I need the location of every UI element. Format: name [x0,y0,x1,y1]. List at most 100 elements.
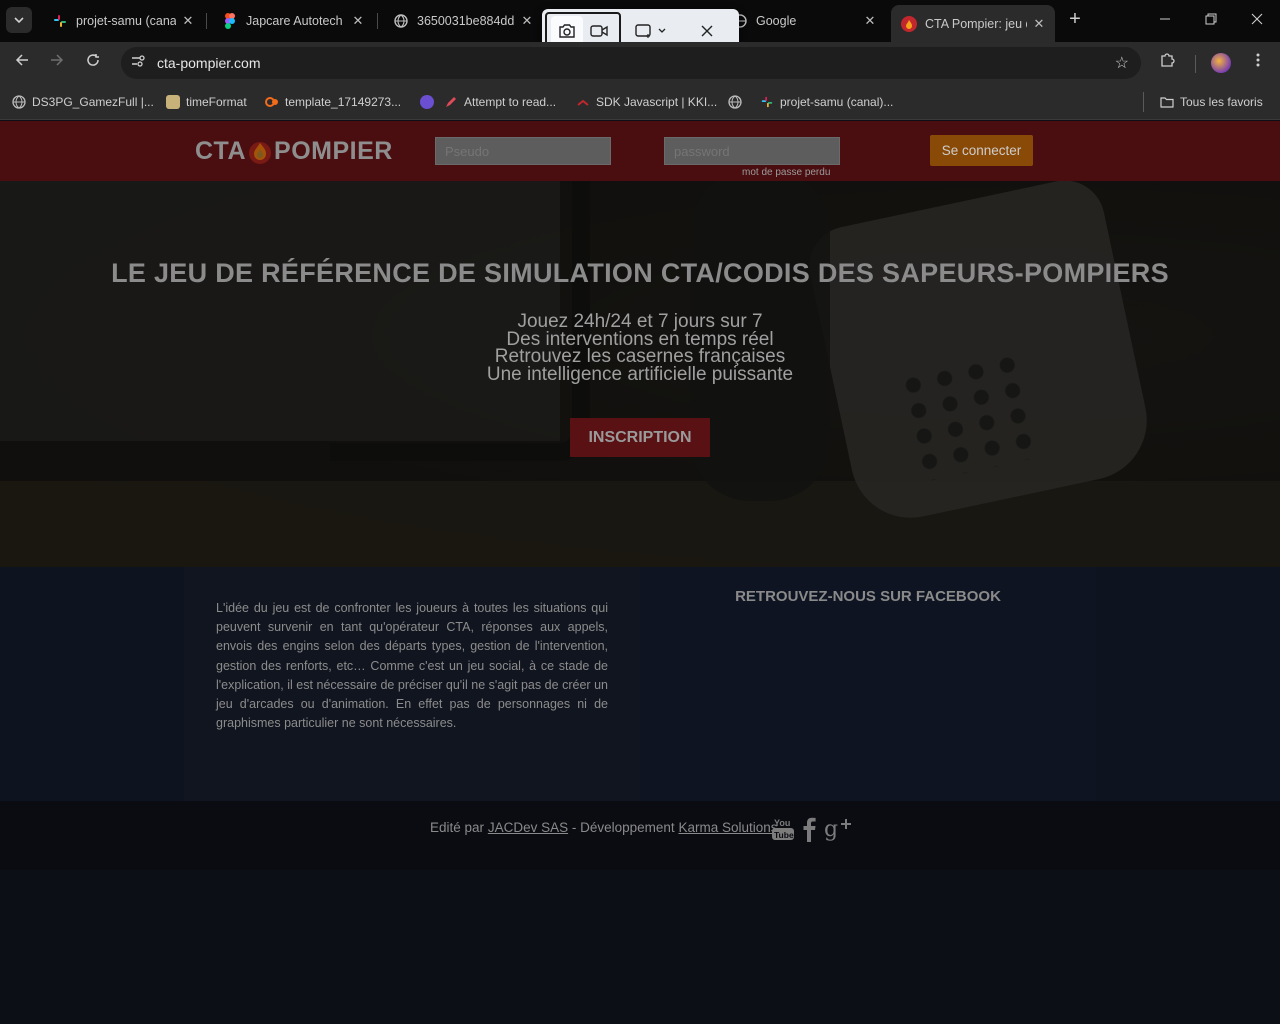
tab-cta-pompier[interactable]: CTA Pompier: jeu d ✕ [891,5,1055,42]
video-camera-icon [590,25,608,37]
pseudo-input[interactable] [435,137,611,165]
publisher-link[interactable]: JACDev SAS [488,820,568,835]
hero-title: LE JEU DE RÉFÉRENCE DE SIMULATION CTA/CO… [111,258,1169,288]
reload-button[interactable] [80,51,106,75]
flame-icon [249,141,272,164]
slack-icon [52,13,68,29]
bookmark-item[interactable]: template_17149273... [265,92,401,112]
tab-title: 3650031be884dd8 [417,13,515,28]
bookmark-item[interactable]: projet-samu (canal)... [760,92,893,112]
bookmark-star-icon[interactable]: ☆ [1115,53,1129,73]
close-icon[interactable]: ✕ [862,13,878,29]
hero-banner: LE JEU DE RÉFÉRENCE DE SIMULATION CTA/CO… [0,181,1280,567]
menu-button[interactable] [1245,51,1271,75]
bookmark-label: Attempt to read... [464,95,557,109]
svg-text:You: You [774,818,790,828]
cta-icon [901,15,917,32]
arrow-left-icon [15,54,28,66]
tab-title: Japcare Autotech - [246,13,346,28]
close-icon[interactable]: ✕ [519,13,535,29]
bookmark-item[interactable]: SDK Javascript | KKI... [576,92,717,112]
hero-feature-line: Jouez 24h/24 et 7 jours sur 7 [517,311,763,332]
bookmark-item[interactable]: timeFormat [166,92,247,112]
restore-button[interactable] [1196,8,1226,32]
logo-text-pompier: POMPIER [274,137,393,165]
youtube-icon[interactable]: You Tube [772,816,794,847]
tab-hash[interactable]: 3650031be884dd8 ✕ [383,5,543,36]
profile-avatar[interactable] [1211,53,1231,73]
arrow-right-icon [51,54,64,66]
bookmark-item[interactable]: DS3PG_GamezFull |... [12,92,154,112]
bookmark-label: timeFormat [186,95,247,109]
web-page: CTA POMPIER mot de passe perdu Se connec… [0,121,1280,1024]
address-bar[interactable]: cta-pompier.com ☆ [121,47,1141,79]
kebab-menu-icon [1256,53,1260,67]
document-icon [166,95,180,109]
bookmark-label: Tous les favoris [1180,95,1263,109]
all-bookmarks-folder[interactable]: Tous les favoris [1160,92,1263,112]
minimize-icon [1160,18,1170,20]
bookmark-label: template_17149273... [285,95,402,109]
site-header: CTA POMPIER mot de passe perdu Se connec… [0,121,1280,181]
bookmark-label: SDK Javascript | KKI... [596,95,718,109]
bookmarks-separator [1143,92,1144,112]
tab-separator [206,13,207,29]
tab-separator [377,13,378,29]
tab-title: CTA Pompier: jeu d [925,16,1027,31]
hero-feature-list: Jouez 24h/24 et 7 jours sur 7 Des interv… [0,311,1280,383]
footer-dev-label: - Développement [571,820,675,835]
google-plus-icon[interactable]: g [824,816,852,849]
minimize-button[interactable] [1150,8,1180,32]
capture-close-button[interactable] [695,19,719,43]
footer-credits: Edité par JACDev SAS - Développement Kar… [430,820,778,835]
rectangle-snip-icon [635,24,651,38]
browser-toolbar: cta-pompier.com ☆ [0,42,1280,84]
inscription-button[interactable]: INSCRIPTION [570,418,710,457]
login-button[interactable]: Se connecter [930,135,1033,166]
new-tab-button[interactable]: + [1064,9,1086,31]
close-window-button[interactable] [1242,8,1272,32]
tab-google[interactable]: Google ✕ [722,5,886,36]
facebook-column: RETROUVEZ-NOUS SUR FACEBOOK [640,567,1096,801]
forgot-password-link[interactable]: mot de passe perdu [742,167,830,178]
close-icon[interactable]: ✕ [1031,16,1047,32]
puzzle-icon [1161,53,1175,67]
hero-feature-line: Retrouvez les casernes françaises [494,346,786,367]
close-icon[interactable]: ✕ [350,13,366,29]
tab-projet-samu[interactable]: projet-samu (canal) ✕ [42,5,204,36]
bookmark-item[interactable] [728,92,748,112]
facebook-icon[interactable] [802,816,816,847]
password-input[interactable] [664,137,840,165]
globe-icon [393,13,409,29]
url-text: cta-pompier.com [157,55,261,71]
site-logo[interactable]: CTA POMPIER [195,137,393,166]
about-text: L'idée du jeu est de confronter les joue… [216,601,608,731]
restore-icon [1205,13,1217,25]
bookmarks-bar: DS3PG_GamezFull |... timeFormat template… [0,84,1280,120]
content-section: L'idée du jeu est de confronter les joue… [0,567,1280,801]
kki-icon [577,99,589,106]
site-footer: Edité par JACDev SAS - Développement Kar… [0,801,1280,870]
bookmark-item[interactable] [420,92,440,112]
tab-japcare[interactable]: Japcare Autotech - ✕ [212,5,374,36]
bookmark-item[interactable]: Attempt to read... [444,92,556,112]
bookmark-label: projet-samu (canal)... [780,95,894,109]
close-icon[interactable]: ✕ [180,13,196,29]
chevron-down-icon [14,17,24,24]
slack-icon [761,96,773,108]
pencil-icon [446,97,456,107]
forward-button[interactable] [44,51,70,75]
tab-title: Google [756,13,797,28]
developer-link[interactable]: Karma Solutions [678,820,777,835]
footer-edited-by: Edité par [430,820,485,835]
tab-search-button[interactable] [6,7,32,33]
back-button[interactable] [9,51,35,75]
figma-icon [222,12,238,29]
site-info-icon[interactable] [129,54,147,72]
folder-icon [1160,97,1174,108]
globe-icon [12,95,26,109]
extensions-button[interactable] [1155,51,1181,75]
globe-icon [728,95,742,109]
reload-icon [87,54,99,66]
close-icon [1251,13,1263,25]
